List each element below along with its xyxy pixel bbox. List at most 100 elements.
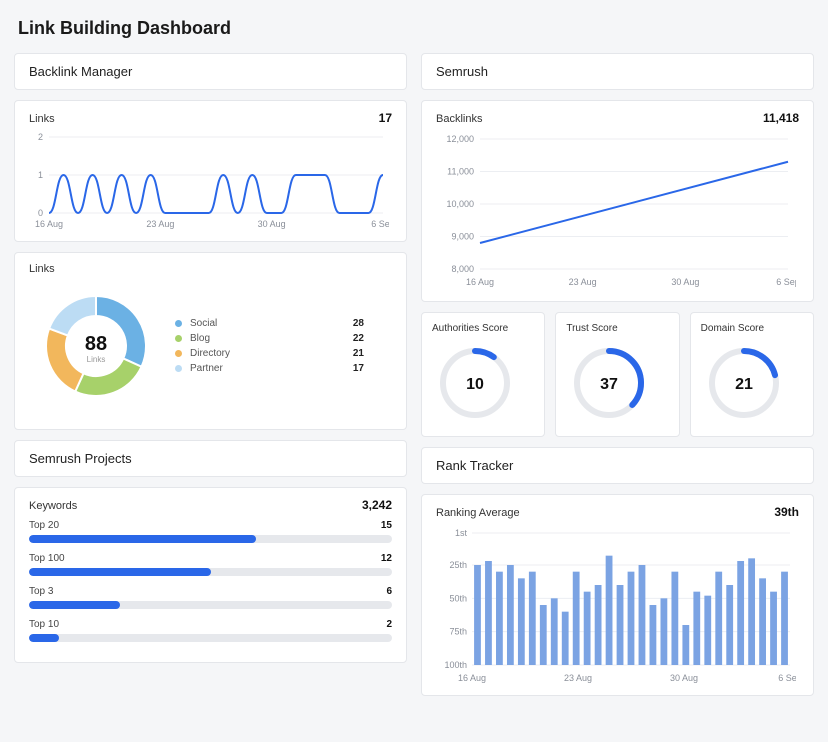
keyword-bar-fg	[29, 535, 256, 543]
ranking-card: Ranking Average 39th 1st 25th 50th 75th 100t…	[421, 494, 814, 696]
keyword-value: 2	[386, 619, 392, 630]
domain-score-card: Domain Score 21	[690, 312, 814, 437]
svg-text:12,000: 12,000	[446, 134, 474, 144]
keywords-card: Keywords 3,242 Top 2015Top 10012Top 36To…	[14, 487, 407, 663]
legend-dot	[175, 335, 182, 342]
svg-text:25th: 25th	[449, 560, 467, 570]
authorities-gauge: 10	[432, 340, 518, 426]
legend-row: Partner17	[175, 363, 390, 374]
ranking-chart: 1st 25th 50th 75th 100th 16 Aug 23 Aug 30 Aug 6 …	[436, 525, 796, 685]
svg-text:10,000: 10,000	[446, 199, 474, 209]
semrush-header: Semrush	[421, 53, 814, 90]
keyword-value: 15	[381, 520, 392, 531]
keyword-label: Top 100	[29, 553, 65, 564]
svg-text:30 Aug: 30 Aug	[258, 219, 286, 229]
keyword-row: Top 3 6	[29, 586, 392, 609]
svg-text:0: 0	[38, 208, 43, 218]
links-line-chart: 0 1 2 16 Aug 23 Aug 30 Aug 6 Sep	[29, 131, 389, 231]
legend-row: Directory 21	[175, 348, 390, 359]
authorities-score-title: Authorities Score	[432, 323, 534, 334]
legend-dot	[175, 320, 182, 327]
svg-text:1st: 1st	[455, 528, 468, 538]
svg-text:88: 88	[85, 333, 107, 355]
keyword-value: 12	[381, 553, 392, 564]
backlinks-card: Backlinks 11,418 8,000 9,000 10,000 11,000 1…	[421, 100, 814, 302]
keyword-row: Top 100 12	[29, 553, 392, 576]
svg-text:37: 37	[600, 376, 618, 393]
svg-text:50th: 50th	[449, 593, 467, 603]
legend-row: Blog 22	[175, 333, 390, 344]
legend-dot	[175, 350, 182, 357]
keyword-bar-fg	[29, 568, 211, 576]
keyword-row: Top 20 15	[29, 520, 392, 543]
keyword-value: 6	[386, 586, 392, 597]
keyword-label: Top 20	[29, 520, 59, 531]
trust-score-title: Trust Score	[566, 323, 668, 334]
legend-value: 28	[353, 318, 364, 329]
svg-text:11,000: 11,000	[447, 167, 474, 177]
links-donut-title: Links	[29, 263, 392, 275]
scores-row: Authorities Score 10 Trust Score 37 Doma…	[421, 312, 814, 437]
keyword-bar-bg	[29, 568, 392, 576]
legend-dot	[175, 365, 182, 372]
legend-value: 22	[353, 333, 364, 344]
ranking-title: Ranking Average	[436, 507, 520, 519]
svg-text:10: 10	[466, 376, 484, 393]
links-donut-legend: Social 28 Blog 22 Directory 21 Partner17	[175, 314, 390, 378]
keyword-bar-fg	[29, 601, 120, 609]
keywords-value: 3,242	[362, 498, 392, 512]
svg-text:6 Sep: 6 Sep	[776, 277, 796, 287]
svg-text:16 Aug: 16 Aug	[458, 673, 486, 683]
svg-text:30 Aug: 30 Aug	[670, 673, 698, 683]
links-donut-chart: 88Links	[31, 281, 161, 411]
svg-text:30 Aug: 30 Aug	[671, 277, 699, 287]
svg-text:1: 1	[38, 170, 43, 180]
authorities-score-card: Authorities Score 10	[421, 312, 545, 437]
keyword-bar-bg	[29, 601, 392, 609]
svg-text:6 Sep: 6 Sep	[778, 673, 796, 683]
svg-text:2: 2	[38, 132, 43, 142]
section-title: Semrush Projects	[29, 451, 392, 466]
section-title: Backlink Manager	[29, 64, 392, 79]
keywords-title: Keywords	[29, 500, 77, 512]
keyword-bar-bg	[29, 634, 392, 642]
links-donut-card: Links 88Links Social28Blog22Directory21P…	[14, 252, 407, 430]
keyword-row: Top 10 2	[29, 619, 392, 642]
backlinks-title: Backlinks	[436, 113, 482, 125]
svg-text:75th: 75th	[449, 627, 467, 637]
keyword-label: Top 10	[29, 619, 59, 630]
svg-text:Links: Links	[87, 355, 106, 364]
keyword-bar-bg	[29, 535, 392, 543]
backlinks-chart: 8,000 9,000 10,000 11,000 12,000 16 Aug 23 Aug…	[436, 131, 796, 291]
links-line-value: 17	[379, 111, 392, 125]
links-line-title: Links	[29, 113, 55, 125]
legend-row: Social 28	[175, 318, 390, 329]
trust-score-card: Trust Score 37	[555, 312, 679, 437]
svg-text:100th: 100th	[444, 660, 467, 670]
svg-text:6 Sep: 6 Sep	[371, 219, 389, 229]
legend-label: Directory	[190, 348, 230, 359]
semrush-projects-header: Semrush Projects	[14, 440, 407, 477]
svg-text:21: 21	[735, 376, 753, 393]
keyword-label: Top 3	[29, 586, 53, 597]
svg-text:16 Aug: 16 Aug	[466, 277, 494, 287]
backlinks-value: 11,418	[763, 111, 799, 125]
domain-gauge: 21	[701, 340, 787, 426]
legend-label: Partner	[190, 363, 223, 374]
legend-value: 21	[353, 348, 364, 359]
rank-tracker-header: Rank Tracker	[421, 447, 814, 484]
legend-label: Blog	[190, 333, 210, 344]
svg-text:8,000: 8,000	[451, 264, 474, 274]
ranking-value: 39th	[774, 505, 799, 519]
svg-text:23 Aug: 23 Aug	[146, 219, 174, 229]
section-title: Rank Tracker	[436, 458, 799, 473]
svg-text:23 Aug: 23 Aug	[569, 277, 597, 287]
svg-text:16 Aug: 16 Aug	[35, 219, 63, 229]
links-line-card: Links 17 0 1 2 16 Aug 23 Aug 30 Aug 6 Sep	[14, 100, 407, 242]
backlink-manager-header: Backlink Manager	[14, 53, 407, 90]
legend-label: Social	[190, 318, 217, 329]
svg-text:23 Aug: 23 Aug	[564, 673, 592, 683]
keyword-bar-fg	[29, 634, 59, 642]
domain-score-title: Domain Score	[701, 323, 803, 334]
svg-text:9,000: 9,000	[451, 232, 474, 242]
